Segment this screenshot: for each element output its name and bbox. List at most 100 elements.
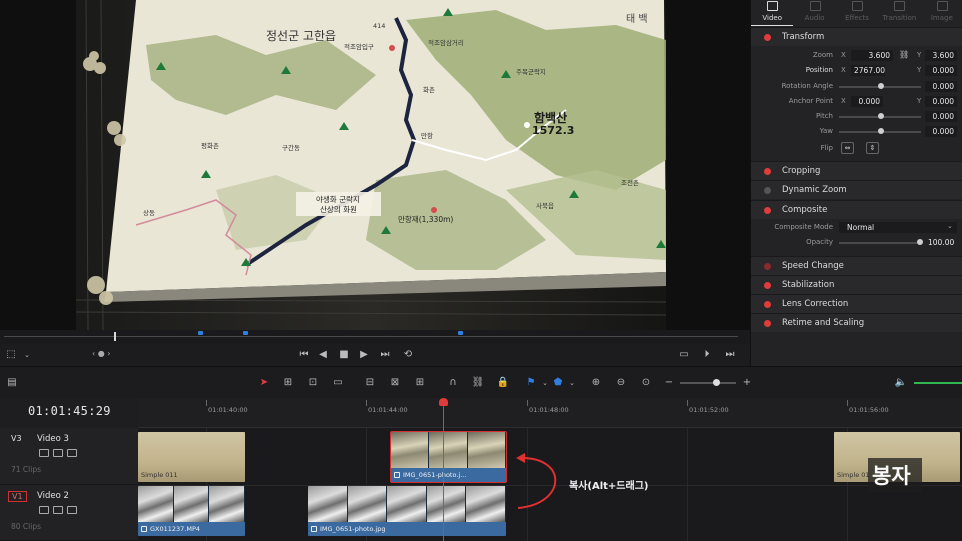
lock-icon[interactable] [39, 506, 49, 514]
lock-icon[interactable]: 🔒 [496, 377, 510, 389]
chevron-down-icon[interactable]: ⌄ [20, 348, 34, 362]
pitch-field[interactable]: 0.000 [925, 111, 957, 122]
track-header-v2[interactable]: V1 Video 2 80 Clips [0, 485, 138, 541]
loop-icon[interactable]: ⟲ [401, 348, 415, 362]
zoom-indicator[interactable]: ‹ ● › [92, 349, 110, 358]
zoom-in-icon[interactable]: + [740, 377, 754, 389]
enable-toggle-icon[interactable] [764, 301, 771, 308]
overwrite-clip-icon[interactable]: ⊠ [388, 377, 402, 389]
anchor-y-field[interactable]: 0.000 [925, 96, 957, 107]
enable-toggle-icon[interactable] [764, 282, 771, 289]
clip-img-0651[interactable]: IMG_0651-photo.jpg [308, 486, 506, 536]
flip-vertical-icon[interactable]: ⇕ [866, 142, 879, 154]
snapping-icon[interactable]: ∩ [446, 377, 460, 389]
zoom-out-icon[interactable]: − [662, 377, 676, 389]
anchor-x-field[interactable]: 0.000 [851, 96, 883, 107]
zoom-detail-icon[interactable]: ⊖ [614, 377, 628, 389]
cropping-section-header[interactable]: Cropping [751, 161, 962, 180]
scrubber-marker[interactable] [243, 331, 248, 335]
retime-scaling-section-header[interactable]: Retime and Scaling [751, 313, 962, 332]
enable-toggle-icon[interactable] [764, 168, 771, 175]
scrubber-marker[interactable] [458, 331, 463, 335]
match-frame-icon[interactable]: ▭ [677, 348, 691, 362]
volume-slider[interactable] [914, 382, 962, 384]
transform-section-header[interactable]: Transform [751, 27, 962, 46]
composite-mode-select[interactable]: Normal [839, 222, 957, 233]
last-frame-icon[interactable]: ⏭ [723, 348, 737, 362]
zoom-y-field[interactable]: 3.600 [925, 50, 957, 61]
insert-clip-icon[interactable]: ⊟ [363, 377, 377, 389]
track-header-v3[interactable]: V3 Video 3 71 Clips [0, 428, 138, 485]
next-edit-icon[interactable]: ⏵ [700, 348, 714, 362]
timecode-display[interactable]: 01:01:45:29 [28, 404, 111, 418]
slider-knob[interactable] [878, 113, 884, 119]
clip-simple-011[interactable]: Simple 011 [138, 432, 245, 482]
timeline-view-options-icon[interactable]: ▤ [4, 377, 20, 389]
selection-tool-icon[interactable]: ➤ [257, 377, 271, 389]
auto-track-icon[interactable] [53, 506, 63, 514]
clip-gx011237[interactable]: GX011237.MP4 [138, 486, 245, 536]
composite-section-header[interactable]: Composite [751, 200, 962, 219]
go-to-end-icon[interactable]: ⏭ [378, 348, 392, 362]
timeline-playhead-line[interactable] [443, 404, 444, 541]
tab-image[interactable]: Image [921, 0, 962, 26]
timeline-ruler[interactable]: 01:01:40:00 01:01:44:00 01:01:48:00 01:0… [138, 398, 962, 428]
zoom-x-field[interactable]: 3.600 [851, 50, 893, 61]
track-name[interactable]: Video 3 [37, 434, 69, 444]
tab-audio[interactable]: Audio [793, 0, 835, 26]
viewer-frame[interactable]: 정선군 고한읍 함백산 1572.3 야생화 군락지 산상의 화원 만항재(1,… [76, 0, 666, 330]
marker-icon[interactable]: ⬟ [551, 377, 565, 389]
enable-toggle-icon[interactable] [764, 207, 771, 214]
tab-effects[interactable]: Effects [836, 0, 878, 26]
slider-knob[interactable] [713, 379, 720, 386]
zoom-to-fit-icon[interactable]: ⊕ [589, 377, 603, 389]
rotation-field[interactable]: 0.000 [925, 81, 957, 92]
monitor-icon[interactable] [67, 506, 77, 514]
chevron-down-icon[interactable]: ⌄ [565, 377, 579, 389]
scrubber-playhead[interactable] [114, 332, 116, 341]
slider-knob[interactable] [878, 128, 884, 134]
stabilization-section-header[interactable]: Stabilization [751, 275, 962, 294]
stop-icon[interactable]: ■ [337, 348, 351, 362]
enable-toggle-icon[interactable] [764, 34, 771, 41]
slider-knob[interactable] [878, 83, 884, 89]
play-icon[interactable]: ▶ [357, 348, 371, 362]
flag-icon[interactable]: ⚑ [524, 377, 538, 389]
yaw-field[interactable]: 0.000 [925, 126, 957, 137]
flip-horizontal-icon[interactable]: ⇔ [841, 142, 854, 154]
timeline-playhead-handle[interactable] [439, 398, 448, 406]
speed-change-section-header[interactable]: Speed Change [751, 256, 962, 275]
clip-img-0651-copy[interactable]: IMG_0651-photo.j... [390, 431, 507, 483]
enable-toggle-icon[interactable] [764, 320, 771, 327]
opacity-slider[interactable] [839, 242, 921, 244]
zoom-custom-icon[interactable]: ⊙ [639, 377, 653, 389]
track-name[interactable]: Video 2 [37, 491, 69, 501]
position-x-field[interactable]: 2767.000 [851, 65, 885, 76]
dynamic-zoom-section-header[interactable]: Dynamic Zoom [751, 180, 962, 199]
replace-clip-icon[interactable]: ⊞ [413, 377, 427, 389]
slider-knob[interactable] [917, 239, 923, 245]
tab-transition[interactable]: Transition [878, 0, 920, 26]
reverse-play-icon[interactable]: ◀ [316, 348, 330, 362]
scrubber-marker[interactable] [198, 331, 203, 335]
dynamic-trim-icon[interactable]: ⊡ [306, 377, 320, 389]
trim-tool-icon[interactable]: ⊞ [281, 377, 295, 389]
lock-icon[interactable] [39, 449, 49, 457]
monitor-icon[interactable] [67, 449, 77, 457]
tab-video[interactable]: Video [751, 0, 794, 26]
go-to-start-icon[interactable]: ⏮ [297, 348, 311, 362]
enable-toggle-icon[interactable] [764, 187, 771, 194]
timeline-zoom-slider[interactable] [680, 382, 736, 384]
track-id[interactable]: V1 [8, 491, 27, 502]
volume-icon[interactable]: 🔈 [894, 377, 908, 389]
enable-toggle-icon[interactable] [764, 263, 771, 270]
auto-track-icon[interactable] [53, 449, 63, 457]
scrubber-bar[interactable] [0, 330, 750, 344]
lens-correction-section-header[interactable]: Lens Correction [751, 294, 962, 313]
chevron-down-icon[interactable]: ⌄ [538, 377, 552, 389]
link-icon[interactable]: ⛓ [899, 50, 909, 59]
viewer-options-icon[interactable]: ⬚ [4, 348, 18, 362]
blade-tool-icon[interactable]: ▭ [331, 377, 345, 389]
position-y-field[interactable]: 0.000 [925, 65, 957, 76]
opacity-field[interactable]: 100.00 [925, 237, 957, 248]
